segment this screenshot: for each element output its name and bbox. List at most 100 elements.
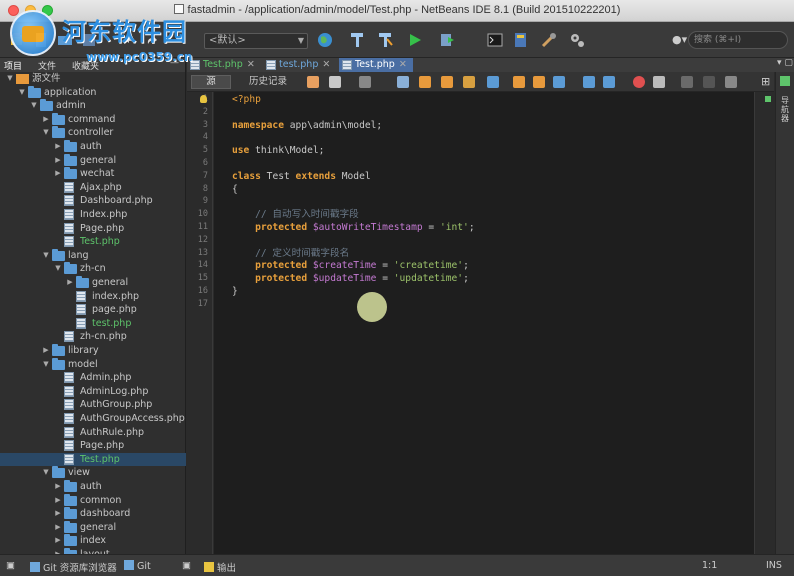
tree-item[interactable]: Page.php [0,222,186,236]
tree-item[interactable]: ▶ command [0,112,186,127]
collapse-toggle-icon[interactable]: ▼ [30,99,38,113]
toggle-highlight-icon[interactable] [487,76,499,88]
tree-item[interactable]: test.php [0,317,186,331]
tree-item[interactable]: AuthGroupAccess.php [0,412,186,426]
book-icon[interactable] [512,31,530,49]
stop-macro-icon[interactable] [653,76,665,88]
editor-tab[interactable]: Test.php ✕ [187,58,261,72]
close-tab-icon[interactable]: ✕ [399,59,407,70]
terminal-icon[interactable] [486,31,504,49]
tree-item[interactable]: zh-cn.php [0,330,186,344]
shift-left-icon[interactable] [583,76,595,88]
collapse-toggle-icon[interactable]: ▼ [42,126,50,140]
git-tab[interactable]: Git [124,560,151,572]
expand-toggle-icon[interactable]: ▶ [54,521,62,535]
tree-item[interactable]: Admin.php [0,371,186,385]
tree-item[interactable]: ▼ zh-cn [0,262,186,276]
find-previous-icon[interactable] [419,76,431,88]
hammer-icon[interactable] [348,31,366,49]
tree-item[interactable]: Index.php [0,208,186,222]
collapse-toggle-icon[interactable]: ▼ [6,72,14,86]
tree-item[interactable]: AuthGroup.php [0,398,186,412]
tab-list-icon[interactable]: ▾ ▢ [777,58,793,68]
tab-files[interactable]: 文件 [34,59,60,72]
tools-icon[interactable] [540,31,558,49]
shift-right-icon[interactable] [603,76,615,88]
previous-bookmark-icon[interactable] [513,76,525,88]
find-selection-icon[interactable] [463,76,475,88]
forward-icon[interactable] [359,76,371,88]
expand-toggle-icon[interactable]: ▶ [54,140,62,154]
tab-favorites[interactable]: 收藏夹 [68,59,103,72]
collapse-toggle-icon[interactable]: ▼ [42,249,50,263]
collapse-toggle-icon[interactable]: ▼ [18,86,26,100]
collapse-toggle-icon[interactable]: ▼ [42,466,50,480]
configuration-select[interactable]: <默认> ▼ [204,33,308,49]
save-all-icon[interactable] [80,31,98,49]
tree-item[interactable]: ▶ index [0,534,186,548]
tree-item[interactable]: ▼ model [0,357,186,372]
comment-icon[interactable] [703,76,715,88]
globe-icon[interactable] [316,31,334,49]
tree-item[interactable]: ▶ general [0,520,186,535]
hint-bulb-icon[interactable] [200,95,207,103]
git-repo-browser-tab[interactable]: Git 资源库浏览器 [30,560,117,574]
editor-tab[interactable]: Test.php ✕ [339,58,413,72]
output-tab[interactable]: 输出 [204,560,236,574]
navigator-tab[interactable]: 导航器 [779,96,791,123]
debug-icon[interactable] [438,31,456,49]
start-macro-icon[interactable] [633,76,645,88]
next-bookmark-icon[interactable] [533,76,545,88]
tree-item[interactable]: ▼ 源文件 [0,72,186,86]
editor-tab[interactable]: test.php ✕ [263,58,337,72]
toggle-bookmark-icon[interactable] [553,76,565,88]
code-editor[interactable]: <?php namespace app\admin\model; use think… [214,92,754,554]
history-view-button[interactable]: 历史记录 [249,75,287,89]
minimize-panel-button[interactable]: — [170,58,179,68]
tree-item[interactable]: Page.php [0,439,186,453]
panel-toggle-icon[interactable]: ▣ [6,560,15,571]
expand-toggle-icon[interactable]: ▶ [66,276,74,290]
search-icon[interactable]: ●▾ [672,33,687,46]
gear-icon[interactable] [568,31,586,49]
expand-toggle-icon[interactable]: ▶ [54,494,62,508]
tree-item[interactable]: Dashboard.php [0,194,186,208]
tree-item[interactable]: AuthRule.php [0,426,186,440]
tree-item[interactable]: ▼ admin [0,99,186,113]
tree-item[interactable]: Test.php [0,452,186,467]
expand-toggle-icon[interactable]: ▶ [54,167,62,181]
tree-item[interactable]: ▶ library [0,344,186,358]
close-tab-icon[interactable]: ✕ [247,59,255,70]
new-project-icon[interactable] [8,31,26,49]
tree-item[interactable]: ▶ general [0,153,186,168]
uncomment-icon[interactable] [725,76,737,88]
tree-item[interactable]: ▼ lang [0,248,186,263]
last-edit-icon[interactable] [307,76,319,88]
search-input[interactable]: 搜索 (⌘+I) [688,31,788,49]
back-icon[interactable] [329,76,341,88]
php-icon[interactable] [681,76,693,88]
tree-item[interactable]: index.php [0,290,186,304]
expand-icon[interactable]: ⊞ [761,75,770,88]
expand-toggle-icon[interactable]: ▶ [54,480,62,494]
clean-build-icon[interactable] [376,31,394,49]
tree-item[interactable]: page.php [0,303,186,317]
output-panel-toggle-icon[interactable]: ▣ [182,560,191,571]
expand-toggle-icon[interactable]: ▶ [42,344,50,358]
find-next-icon[interactable] [441,76,453,88]
tree-item[interactable]: ▶ dashboard [0,507,186,521]
find-icon[interactable] [397,76,409,88]
tab-projects[interactable]: 项目 [0,59,26,72]
tree-item[interactable]: AdminLog.php [0,385,186,399]
error-stripe[interactable] [763,92,773,554]
redo-icon[interactable] [144,31,162,49]
tree-item[interactable]: ▶ general [0,276,186,290]
tree-item[interactable]: Ajax.php [0,181,186,195]
tree-item[interactable]: ▼ application [0,85,186,100]
close-tab-icon[interactable]: ✕ [322,59,330,70]
tree-item[interactable]: ▶ wechat [0,167,186,181]
tree-item[interactable]: ▶ auth [0,140,186,154]
undo-icon[interactable] [120,31,138,49]
expand-toggle-icon[interactable]: ▶ [54,507,62,521]
tree-item[interactable]: ▶ auth [0,480,186,494]
